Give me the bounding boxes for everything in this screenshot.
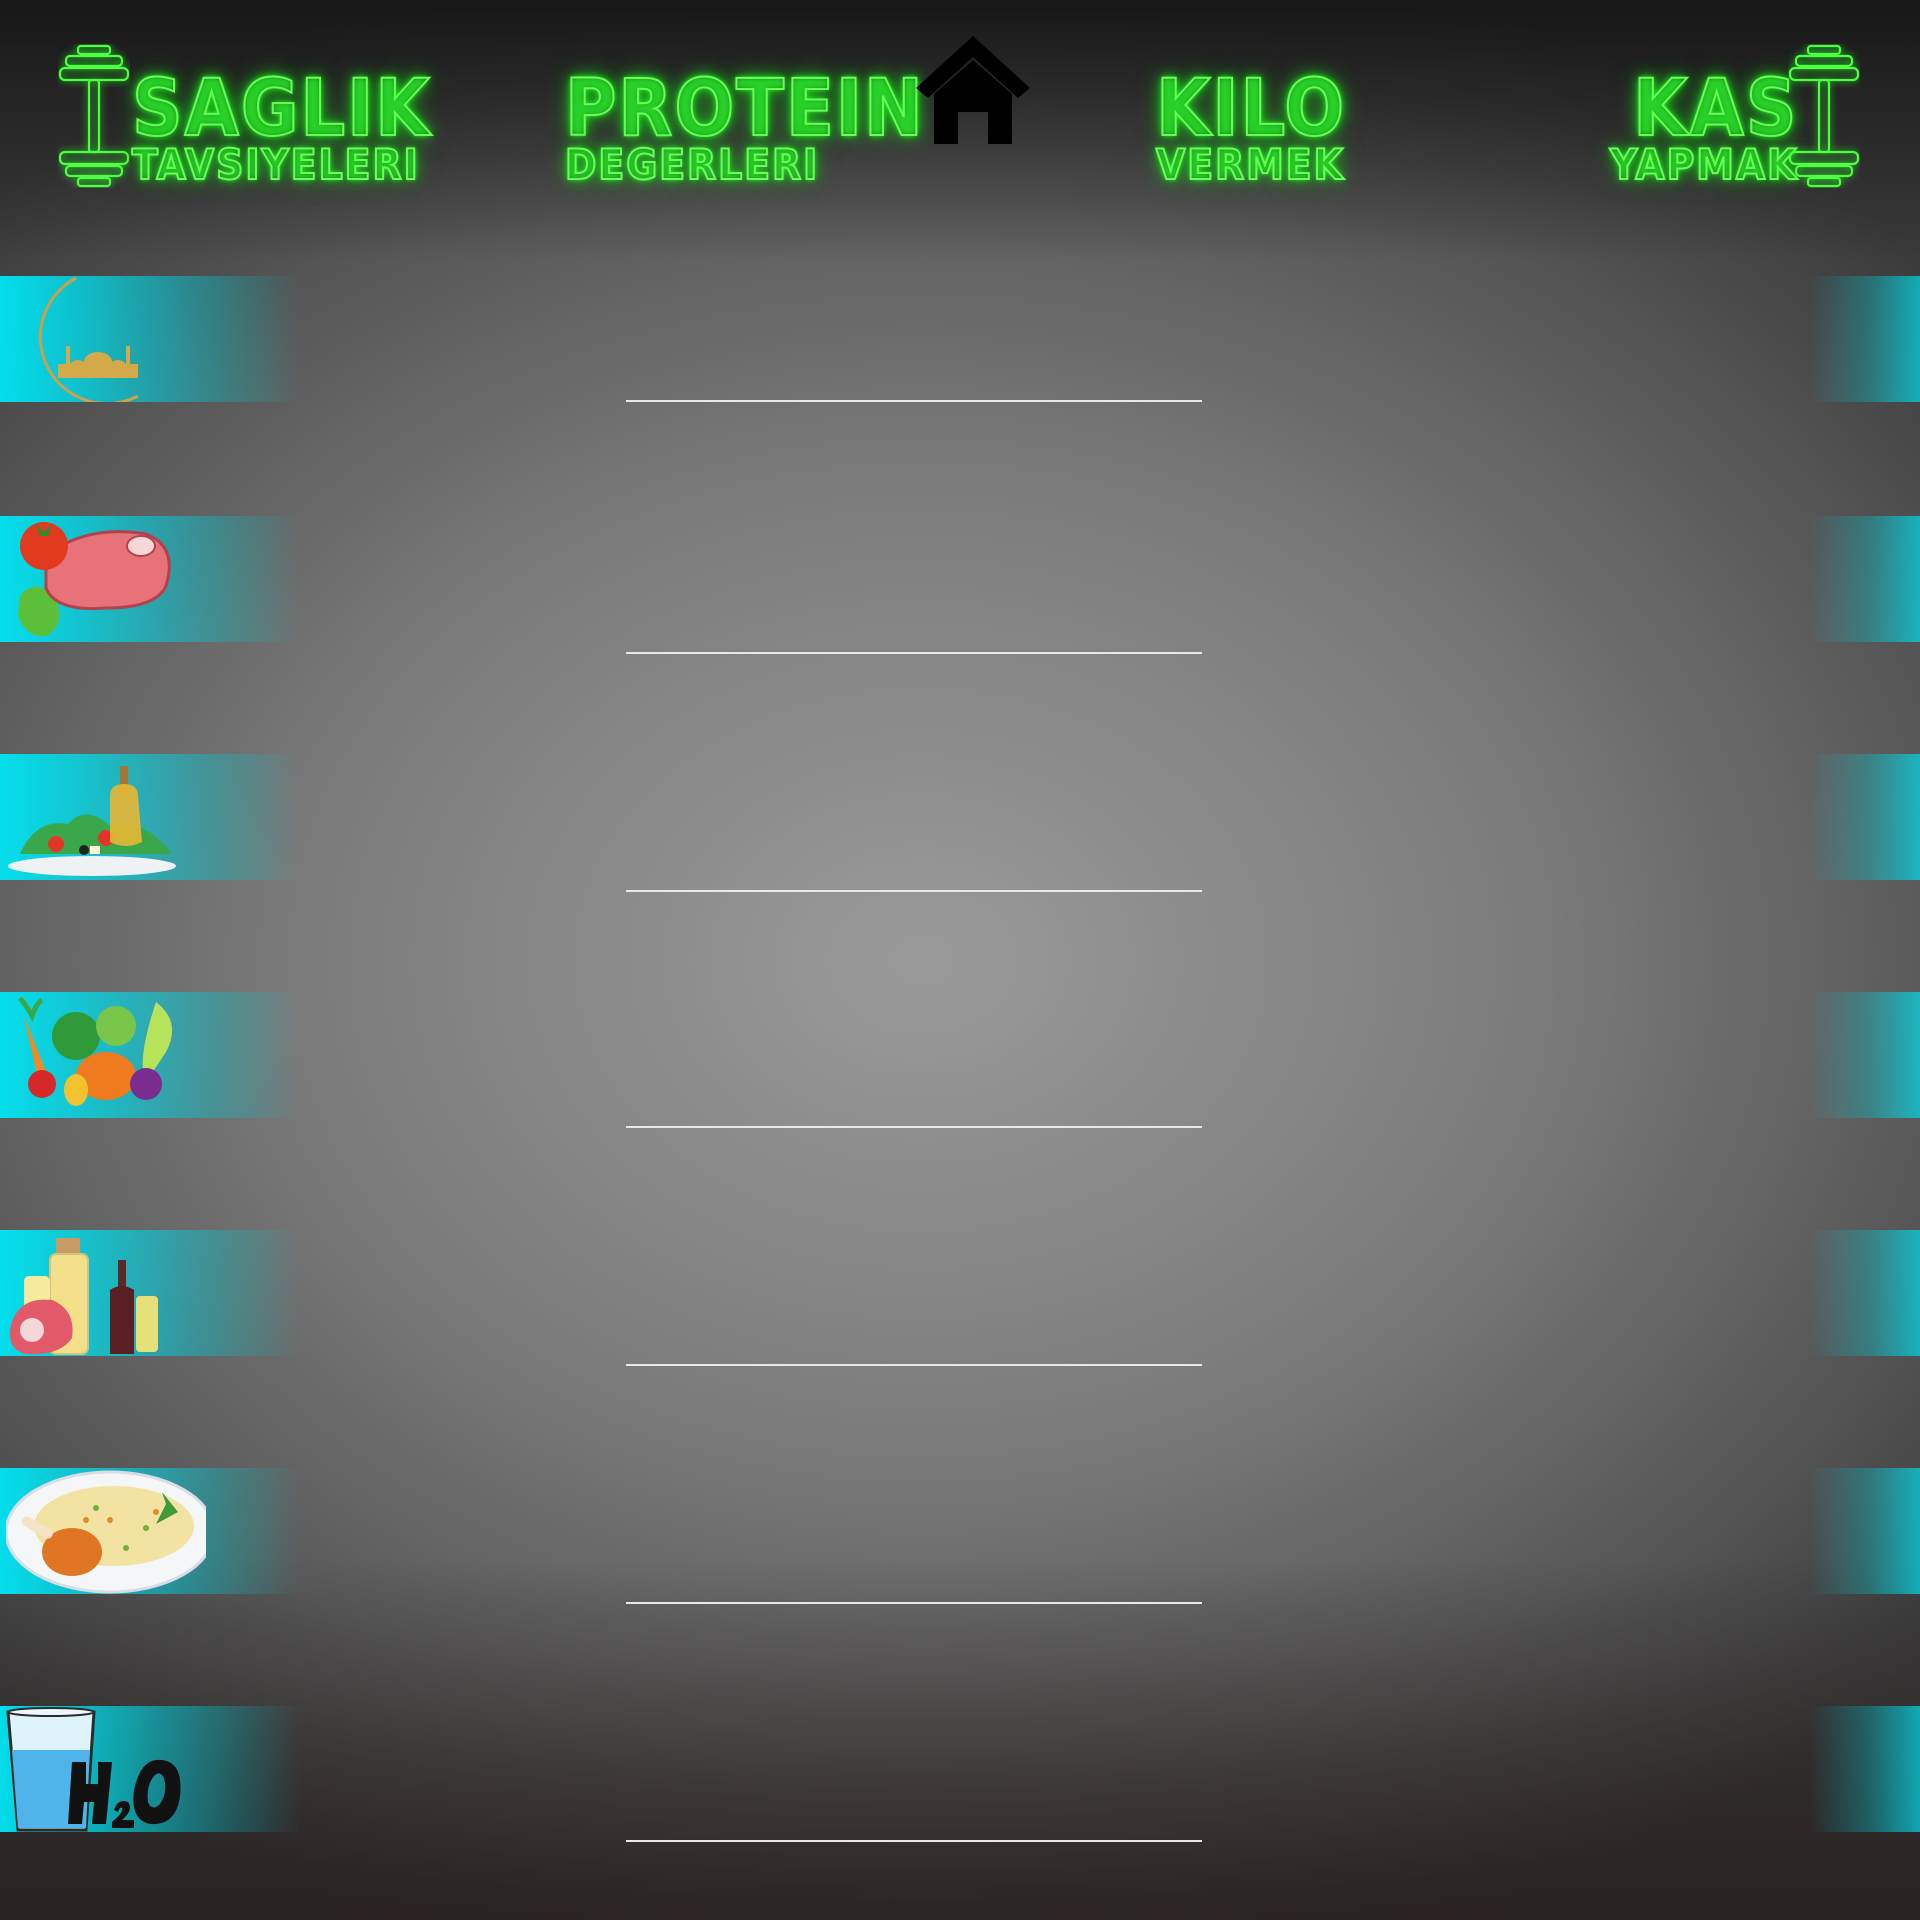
row-divider [626, 652, 1202, 654]
list-item[interactable] [0, 1230, 1920, 1356]
row-divider [626, 400, 1202, 402]
list-item[interactable] [0, 754, 1920, 880]
nav-muscle-subtitle: YAPMAK [1609, 140, 1799, 189]
nav-build-muscle[interactable]: KAS YAPMAK [1609, 64, 1799, 189]
chicken-rice-icon [6, 1470, 206, 1594]
nav-muscle-title: KAS [1632, 64, 1799, 154]
crescent-mosque-icon [38, 276, 139, 402]
nav-health-tips[interactable]: SAGLIK TAVSIYELERI [131, 64, 432, 189]
nav-health-title: SAGLIK [131, 64, 432, 154]
list-item[interactable] [0, 1706, 1920, 1832]
nav-health-subtitle: TAVSIYELERI [131, 140, 420, 189]
nav-weight-subtitle: VERMEK [1155, 140, 1345, 189]
row-divider [626, 1126, 1202, 1128]
list-item[interactable] [0, 992, 1920, 1118]
dumbbell-icon [58, 44, 130, 188]
home-button[interactable] [912, 32, 1034, 144]
vegetables-icon [18, 996, 173, 1106]
nav-lose-weight[interactable]: KILO VERMEK [1155, 64, 1347, 189]
meat-tomato-icon [18, 522, 171, 637]
row-divider [626, 1364, 1202, 1366]
top-navigation: SAGLIK TAVSIYELERI PROTEIN DEGERLERI KIL… [0, 0, 1920, 220]
list-item[interactable] [0, 516, 1920, 642]
home-icon [916, 36, 1030, 144]
nav-protein-values[interactable]: PROTEIN DEGERLERI [564, 64, 925, 187]
row-divider [626, 1602, 1202, 1604]
row-divider [626, 1840, 1202, 1842]
water-glass-h2o-icon [6, 1707, 181, 1832]
nav-weight-title: KILO [1155, 64, 1347, 154]
list-item[interactable] [0, 276, 1920, 402]
row-divider [626, 890, 1202, 892]
nav-protein-title: PROTEIN [564, 64, 925, 154]
oils-meat-icon [9, 1238, 158, 1355]
list-item[interactable] [0, 1468, 1920, 1594]
dumbbell-icon [1788, 44, 1860, 188]
salad-oil-icon [8, 766, 176, 876]
